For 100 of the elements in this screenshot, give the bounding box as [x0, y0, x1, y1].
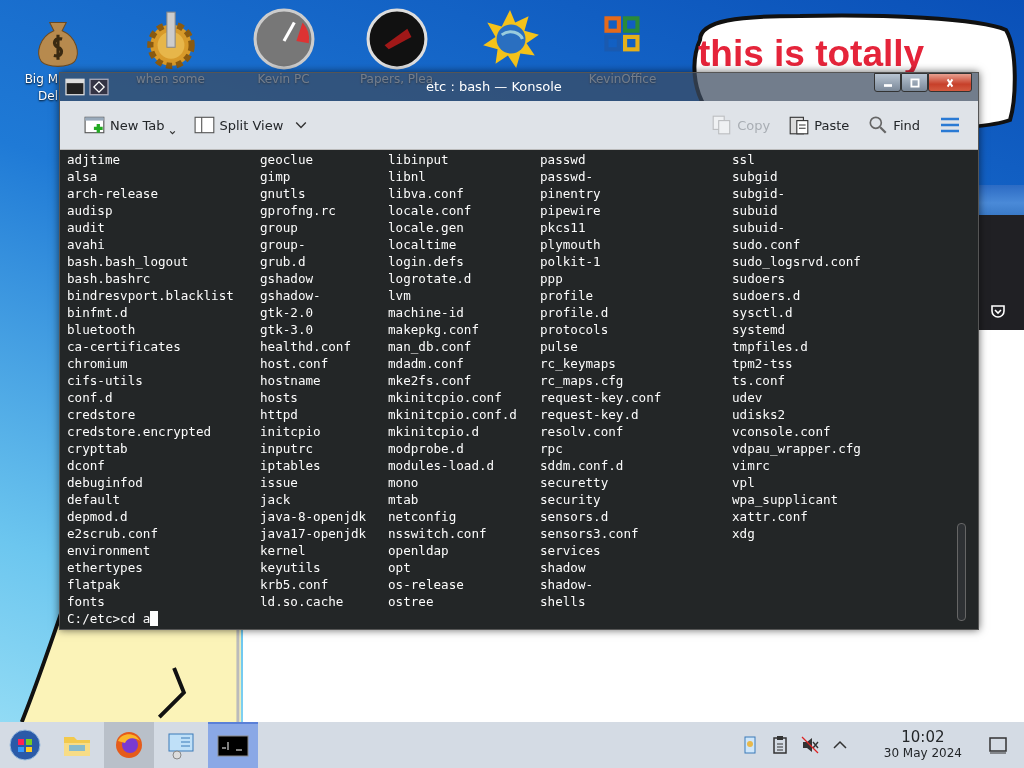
- file-name: healthd.conf: [260, 338, 351, 355]
- file-name: passwd-: [540, 168, 594, 185]
- file-name: subgid-: [732, 185, 786, 202]
- file-name: credstore.encrypted: [67, 423, 212, 440]
- clock-date[interactable]: 30 May 2024: [883, 746, 962, 761]
- file-name: inputrc: [260, 440, 314, 457]
- file-name: subuid-: [732, 219, 786, 236]
- new-tab-button[interactable]: New Tab: [78, 111, 182, 139]
- file-name: initcpio: [260, 423, 321, 440]
- file-name: group: [260, 219, 298, 236]
- file-name: openldap: [388, 542, 449, 559]
- file-name: machine-id: [388, 304, 464, 321]
- file-name: krb5.conf: [260, 576, 329, 593]
- file-name: tmpfiles.d: [732, 338, 808, 355]
- paste-button[interactable]: Paste: [782, 111, 856, 139]
- file-name: libva.conf: [388, 185, 464, 202]
- show-desktop-icon: [988, 735, 1008, 755]
- file-name: modules-load.d: [388, 457, 495, 474]
- terminal-taskbar-button[interactable]: [208, 722, 258, 768]
- file-name: locale.gen: [388, 219, 464, 236]
- file-name: netconfig: [388, 508, 457, 525]
- file-name: crypttab: [67, 440, 128, 457]
- file-name: passwd: [540, 151, 586, 168]
- file-name: geoclue: [260, 151, 314, 168]
- pocket-icon[interactable]: [990, 303, 1006, 319]
- file-name: request-key.conf: [540, 389, 662, 406]
- file-name: vpl: [732, 474, 755, 491]
- file-name: pkcs11: [540, 219, 586, 236]
- close-button[interactable]: [928, 73, 972, 92]
- file-name: pinentry: [540, 185, 601, 202]
- speaker-muted-icon[interactable]: [799, 735, 820, 755]
- file-name: group-: [260, 236, 306, 253]
- file-name: kernel: [260, 542, 306, 559]
- file-name: mtab: [388, 491, 419, 508]
- file-name: ssl: [732, 151, 755, 168]
- file-name: udev: [732, 389, 763, 406]
- gauge-icon[interactable]: [252, 8, 315, 70]
- file-name: rc_maps.cfg: [540, 372, 624, 389]
- file-name: dconf: [67, 457, 105, 474]
- file-name: tpm2-tss: [732, 355, 793, 372]
- file-name: gprofng.rc: [260, 202, 336, 219]
- file-name: rpc: [540, 440, 563, 457]
- file-name: fonts: [67, 593, 105, 610]
- file-name: makepkg.conf: [388, 321, 479, 338]
- file-name: systemd: [732, 321, 786, 338]
- icon-label[interactable]: Big M: [1, 71, 58, 87]
- paste-icon: [788, 115, 811, 135]
- file-name: mkinitcpio.conf.d: [388, 406, 517, 423]
- file-name: profile: [540, 287, 594, 304]
- minimize-icon: [883, 84, 892, 87]
- file-name: nsswitch.conf: [388, 525, 487, 542]
- file-name: hostname: [260, 372, 321, 389]
- file-name: ppp: [540, 270, 563, 287]
- file-name: sensors.d: [540, 508, 609, 525]
- file-name: subuid: [732, 202, 778, 219]
- icon-label[interactable]: Del: [1, 88, 58, 104]
- file-name: sudoers: [732, 270, 786, 287]
- file-name: sysctl.d: [732, 304, 793, 321]
- file-name: vimrc: [732, 457, 770, 474]
- file-name: mke2fs.conf: [388, 372, 472, 389]
- file-name: conf.d: [67, 389, 113, 406]
- file-name: debuginfod: [67, 474, 143, 491]
- split-view-button[interactable]: Split View: [187, 111, 314, 139]
- chevron-icon: [295, 121, 308, 129]
- find-button[interactable]: Find: [861, 111, 926, 139]
- file-name: security: [540, 491, 601, 508]
- file-name: credstore: [67, 406, 136, 423]
- command-prompt: C:/etc>cd a: [67, 610, 151, 627]
- file-name: iptables: [260, 457, 321, 474]
- file-name: vdpau_wrapper.cfg: [732, 440, 861, 457]
- file-name: ld.so.cache: [260, 593, 344, 610]
- file-name: keyutils: [260, 559, 321, 576]
- file-name: vconsole.conf: [732, 423, 831, 440]
- file-name: securetty: [540, 474, 609, 491]
- file-name: wpa_supplicant: [732, 491, 839, 508]
- file-name: mdadm.conf: [388, 355, 464, 372]
- file-name: gshadow-: [260, 287, 321, 304]
- file-name: hosts: [260, 389, 298, 406]
- file-name: protocols: [540, 321, 609, 338]
- file-name: bash.bashrc: [67, 270, 151, 287]
- file-name: login.defs: [388, 253, 464, 270]
- file-name: libinput: [388, 151, 449, 168]
- scrollbar[interactable]: [957, 523, 966, 621]
- file-name: ts.conf: [732, 372, 786, 389]
- menu-icon: [940, 117, 960, 133]
- clock-time[interactable]: 10:02: [901, 729, 945, 746]
- file-name: pipewire: [540, 202, 601, 219]
- file-name: profile.d: [540, 304, 609, 321]
- disc-icon[interactable]: [365, 8, 428, 70]
- file-name: environment: [67, 542, 151, 559]
- firefox-icon: [113, 729, 145, 761]
- terminal-icon[interactable]: [64, 78, 86, 96]
- file-name: host.conf: [260, 355, 329, 372]
- file-name: audisp: [67, 202, 113, 219]
- file-name: xattr.conf: [732, 508, 808, 525]
- file-name: request-key.d: [540, 406, 639, 423]
- minimize-button[interactable]: [874, 73, 901, 92]
- firefox-taskbar-button[interactable]: [104, 722, 154, 768]
- maximize-button[interactable]: [901, 73, 928, 92]
- file-name: flatpak: [67, 576, 121, 593]
